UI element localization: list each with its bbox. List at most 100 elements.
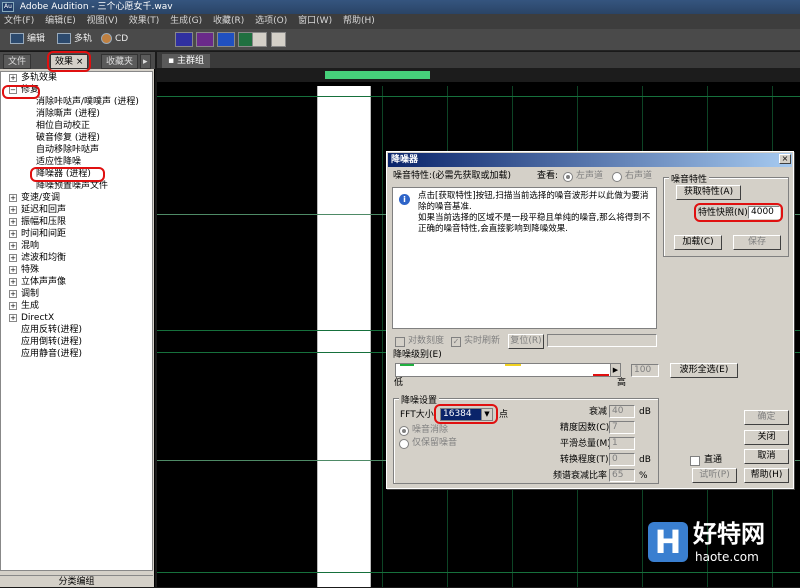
spectral-decay-field[interactable]: 65 <box>609 469 635 482</box>
time-selection-tool-icon[interactable] <box>252 32 267 47</box>
tree-folder[interactable]: + 立体声声像 <box>1 276 152 288</box>
expand-icon[interactable]: + <box>9 230 17 238</box>
menu-edit[interactable]: 编辑(E) <box>41 16 80 26</box>
spectral-view-icon[interactable] <box>196 32 214 47</box>
expand-icon[interactable]: + <box>9 194 17 202</box>
tree-folder[interactable]: + 时间和间距 <box>1 228 152 240</box>
tree-folder[interactable]: + 混响 <box>1 240 152 252</box>
keep-noise-radio[interactable] <box>399 439 409 449</box>
live-update-checkbox[interactable]: ✓ <box>451 337 461 347</box>
multitrack-view-button[interactable]: 多轨 <box>57 32 92 47</box>
spectral-decay-unit: % <box>639 471 648 481</box>
tree-item[interactable]: 应用倒转(进程) <box>1 336 152 348</box>
main-group-tab[interactable]: ▪ 主群组 <box>162 54 210 68</box>
pan-view-icon[interactable] <box>217 32 235 47</box>
noise-profile-group-title: 噪音特性 <box>669 172 710 185</box>
menu-effects[interactable]: 效果(T) <box>125 16 164 26</box>
tree-folder[interactable]: + DirectX <box>1 312 152 324</box>
precision-field[interactable]: 7 <box>609 421 635 434</box>
annotation-fft-size <box>434 404 498 424</box>
log-scale-checkbox[interactable] <box>395 337 405 347</box>
slider-arrow-icon[interactable]: ▶ <box>610 364 620 376</box>
tree-item[interactable]: 应用反转(进程) <box>1 324 152 336</box>
overview-range[interactable] <box>325 71 430 79</box>
menu-help[interactable]: 帮助(H) <box>339 16 379 26</box>
menu-favorites[interactable]: 收藏(R) <box>209 16 248 26</box>
decay-unit: dB <box>639 407 651 417</box>
preview-button[interactable]: 试听(P) <box>692 468 737 483</box>
tree-item-label: 应用反转(进程) <box>21 325 83 335</box>
tab-scroll-icon[interactable]: ▸ <box>140 54 151 69</box>
precision-label: 精度因数(C) <box>560 423 610 433</box>
menu-generate[interactable]: 生成(G) <box>166 16 206 26</box>
tree-folder[interactable]: + 振幅和压限 <box>1 216 152 228</box>
right-channel-radio[interactable] <box>612 172 622 182</box>
expand-icon[interactable]: + <box>9 290 17 298</box>
tree-folder[interactable]: + 延迟和回声 <box>1 204 152 216</box>
reduction-level-slider[interactable]: ▶ <box>395 363 621 377</box>
help-button[interactable]: 帮助(H) <box>744 468 789 483</box>
remove-noise-radio[interactable] <box>399 426 409 436</box>
expand-icon[interactable]: + <box>9 242 17 250</box>
expand-icon[interactable]: + <box>9 314 17 322</box>
edit-view-button[interactable]: 编辑 <box>10 32 45 47</box>
load-button[interactable]: 加载(C) <box>674 235 722 250</box>
reduction-level-field[interactable]: 100 <box>631 364 659 377</box>
select-all-wave-button[interactable]: 波形全选(E) <box>670 363 738 378</box>
tree-item[interactable]: 破音修复 (进程) <box>1 132 152 144</box>
tab-favorites[interactable]: 收藏夹 <box>101 54 139 69</box>
category-group-toggle[interactable]: 分类编组 <box>0 575 153 587</box>
tab-files[interactable]: 文件 <box>3 54 32 69</box>
points-label: 点 <box>499 410 509 420</box>
expand-icon[interactable]: + <box>9 74 17 82</box>
window-title-bar: Au Adobe Audition - 三个心愿女千.wav <box>0 0 800 14</box>
tree-item-label: 消除咔哒声/噗噗声 (进程) <box>36 97 139 107</box>
menu-file[interactable]: 文件(F) <box>0 16 38 26</box>
cd-view-button[interactable]: CD <box>101 32 128 47</box>
overview-bar[interactable] <box>157 68 800 82</box>
reduction-level-label: 降噪级别(E) <box>393 350 442 360</box>
get-profile-button[interactable]: 获取特性(A) <box>676 185 741 200</box>
tree-item[interactable]: 消除嘶声 (进程) <box>1 108 152 120</box>
keep-noise-label: 仅保留噪音 <box>412 438 458 448</box>
dialog-close-icon[interactable]: × <box>779 154 791 164</box>
expand-icon[interactable]: + <box>9 278 17 286</box>
annotation-repair-folder <box>2 85 40 99</box>
tree-folder[interactable]: + 滤波和均衡 <box>1 252 152 264</box>
tree-item[interactable]: 自动移除咔哒声 <box>1 144 152 156</box>
expand-icon[interactable]: + <box>9 266 17 274</box>
menu-options[interactable]: 选项(O) <box>251 16 291 26</box>
tree-folder[interactable]: + 多轨效果 <box>1 72 152 84</box>
tree-folder[interactable]: + 生成 <box>1 300 152 312</box>
tree-item-label: 生成 <box>21 301 40 311</box>
save-button[interactable]: 保存 <box>733 235 781 250</box>
menu-window[interactable]: 窗口(W) <box>294 16 336 26</box>
waveform-view-icon[interactable] <box>175 32 193 47</box>
close-button[interactable]: 关闭 <box>744 430 789 445</box>
smoothing-field[interactable]: 1 <box>609 437 635 450</box>
expand-icon[interactable]: + <box>9 302 17 310</box>
expand-icon[interactable]: + <box>9 218 17 226</box>
expand-icon[interactable]: + <box>9 254 17 262</box>
expand-icon[interactable]: + <box>9 206 17 214</box>
transition-field[interactable]: 0 <box>609 453 635 466</box>
tree-item[interactable]: 应用静音(进程) <box>1 348 152 360</box>
time-selection[interactable] <box>317 86 371 587</box>
tree-folder[interactable]: + 变速/变调 <box>1 192 152 204</box>
lasso-tool-icon[interactable] <box>271 32 286 47</box>
decay-label: 衰减 <box>589 407 608 417</box>
cancel-button[interactable]: 取消 <box>744 449 789 464</box>
decay-field[interactable]: 40 <box>609 405 635 418</box>
tree-item[interactable]: 相位自动校正 <box>1 120 152 132</box>
left-channel-radio[interactable] <box>563 172 573 182</box>
spectral-decay-label: 频谱衰减比率 <box>553 471 608 481</box>
tree-folder[interactable]: + 特殊 <box>1 264 152 276</box>
reset-button[interactable]: 复位(R) <box>508 334 544 349</box>
tree-item-label: 多轨效果 <box>21 73 58 83</box>
tree-folder[interactable]: + 调制 <box>1 288 152 300</box>
reduction-settings-title: 降噪设置 <box>399 393 440 406</box>
bypass-checkbox[interactable] <box>690 456 700 466</box>
grid-line <box>157 96 800 97</box>
ok-button[interactable]: 确定 <box>744 410 789 425</box>
menu-view[interactable]: 视图(V) <box>83 16 122 26</box>
